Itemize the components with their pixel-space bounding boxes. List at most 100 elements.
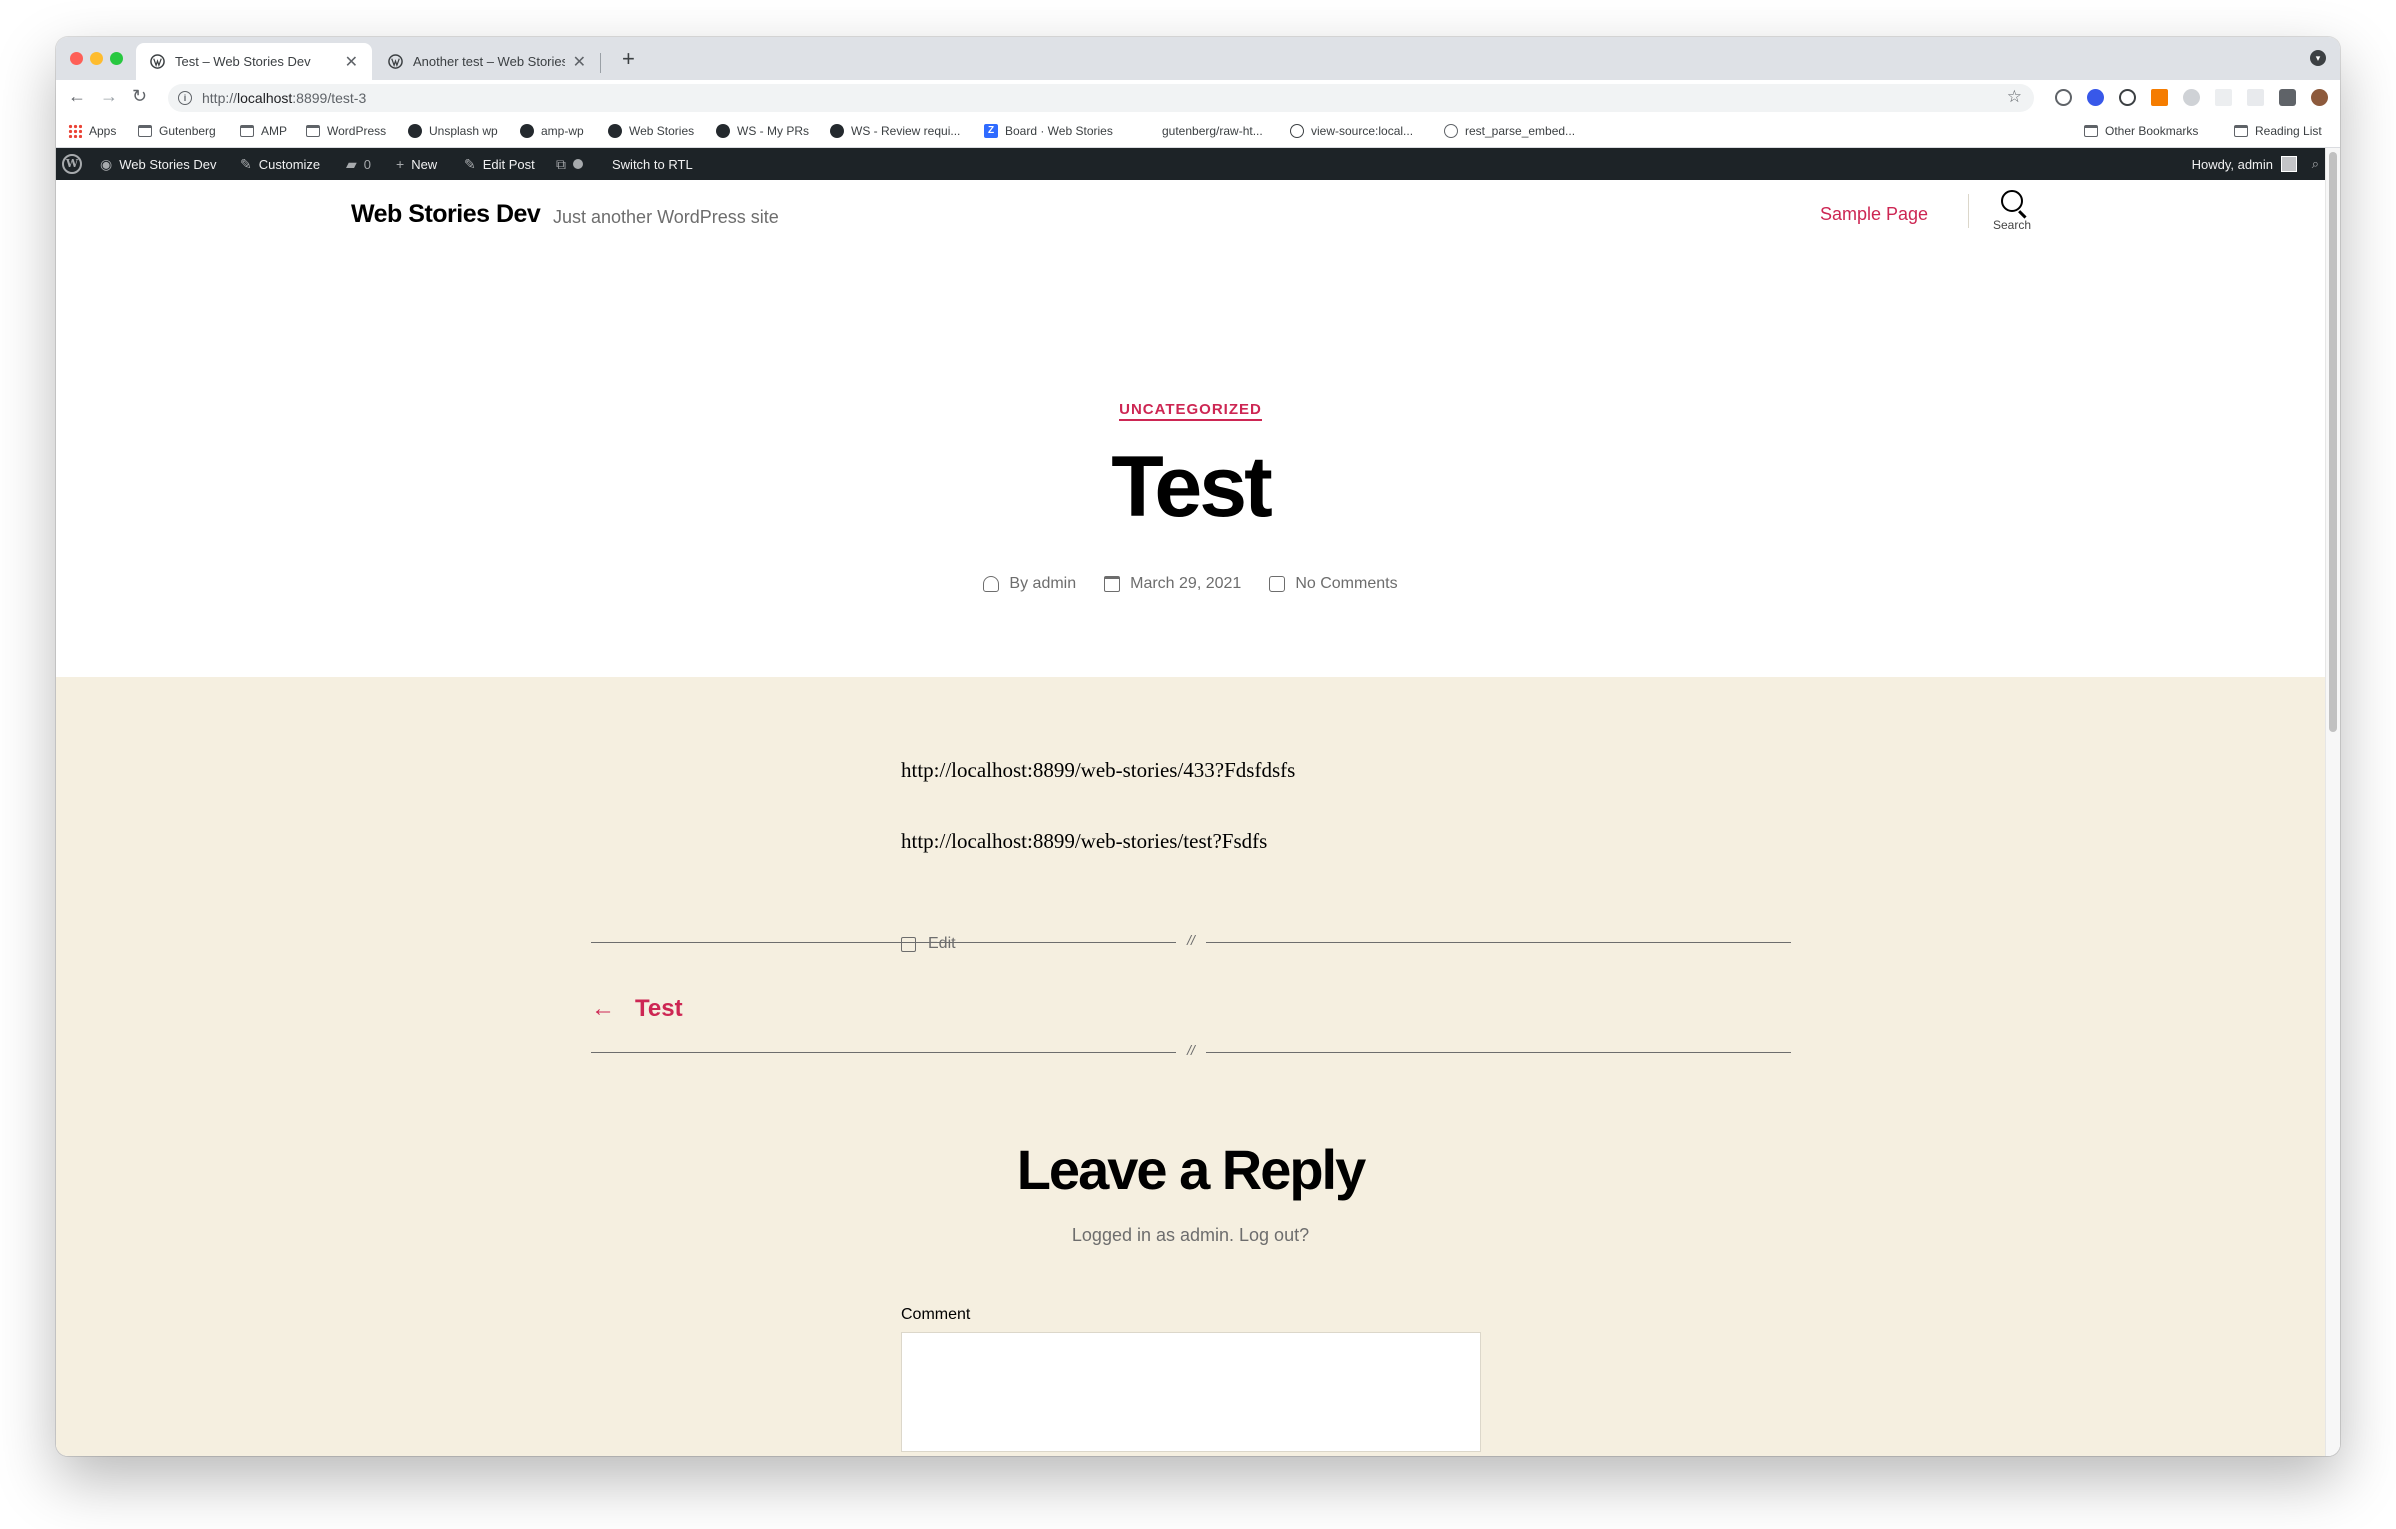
bookmark-rest-parse[interactable]: rest_parse_embed... xyxy=(1444,124,1575,138)
bookmark-amp[interactable]: AMP xyxy=(240,124,287,138)
bookmark-amp-wp[interactable]: amp-wp xyxy=(520,124,584,138)
extension-icon[interactable] xyxy=(2215,89,2232,106)
bookmark-board[interactable]: Z Board · Web Stories xyxy=(984,124,1113,138)
admin-bar-my-account[interactable]: Howdy, admin xyxy=(2192,148,2297,180)
github-icon xyxy=(608,124,622,138)
tab-search-icon[interactable]: ▾ xyxy=(2310,50,2326,66)
bookmarks-bar: Apps Gutenberg AMP WordPress Unsplash wp… xyxy=(56,116,2340,148)
previous-post-title: Test xyxy=(635,995,683,1022)
post-comments-link[interactable]: No Comments xyxy=(1269,575,1398,593)
divider-line xyxy=(591,942,1176,943)
tab-separator xyxy=(600,53,601,73)
wordpress-icon xyxy=(1444,124,1458,138)
bookmark-unsplash-wp[interactable]: Unsplash wp xyxy=(408,124,498,138)
admin-bar-wp-logo[interactable]: W xyxy=(62,148,82,180)
window-minimize-button[interactable] xyxy=(90,52,103,65)
wp-admin-bar: W ◉ Web Stories Dev ✎ Customize ▰ 0 + New ✎ E… xyxy=(56,148,2325,180)
comment-icon xyxy=(1269,576,1286,592)
bookmark-web-stories[interactable]: Web Stories xyxy=(608,124,694,138)
apps-grid-icon xyxy=(68,124,82,138)
post-date[interactable]: March 29, 2021 xyxy=(1104,575,1241,593)
comment-label: Comment xyxy=(901,1306,971,1323)
plus-icon: + xyxy=(396,156,405,172)
window-maximize-button[interactable] xyxy=(110,52,123,65)
search-toggle-button[interactable]: Search xyxy=(1986,190,2038,232)
bookmark-gutenberg[interactable]: Gutenberg xyxy=(138,124,216,138)
site-title[interactable]: Web Stories Dev xyxy=(351,200,541,229)
reading-list-icon xyxy=(2234,125,2248,137)
divider-slashes: // xyxy=(1187,1042,1195,1058)
puzzle-icon[interactable] xyxy=(2279,89,2296,106)
window-close-button[interactable] xyxy=(70,52,83,65)
wordpress-extension-icon[interactable] xyxy=(2087,89,2104,106)
logged-in-as[interactable]: Logged in as admin. Log out? xyxy=(56,1225,2325,1246)
scroll-thumb[interactable] xyxy=(2329,152,2337,732)
forward-arrow-icon[interactable]: → xyxy=(100,86,118,107)
bookmark-label: AMP xyxy=(261,124,288,138)
admin-bar-label: Edit Post xyxy=(482,156,535,172)
folder-icon xyxy=(240,125,254,137)
extension-icon[interactable] xyxy=(2183,89,2200,106)
bookmark-other[interactable]: Other Bookmarks xyxy=(2084,124,2198,138)
admin-bar-label: Howdy, admin xyxy=(2191,156,2273,172)
bookmark-ws-my-prs[interactable]: WS - My PRs xyxy=(716,124,809,138)
comment-textarea[interactable] xyxy=(901,1332,1481,1452)
admin-bar-comments[interactable]: ▰ 0 xyxy=(346,148,371,180)
extension-icon[interactable] xyxy=(2055,89,2072,106)
bookmark-label: Gutenberg xyxy=(159,124,216,138)
admin-bar-label: Switch to RTL xyxy=(612,156,693,172)
user-icon xyxy=(983,576,1000,592)
bookmark-star-icon[interactable]: ☆ xyxy=(2007,87,2022,107)
admin-bar-edit-post[interactable]: ✎ Edit Post xyxy=(464,148,535,180)
post-content-area: http://localhost:8899/web-stories/433?Fd… xyxy=(56,677,2325,1456)
divider-line xyxy=(1206,942,1791,943)
page-viewport: W ◉ Web Stories Dev ✎ Customize ▰ 0 + New ✎ E… xyxy=(56,148,2340,1456)
bookmark-apps[interactable]: Apps xyxy=(68,124,116,138)
onepassword-extension-icon[interactable] xyxy=(2119,89,2136,106)
comment-count: 0 xyxy=(363,156,372,172)
wordpress-favicon-icon xyxy=(388,54,403,69)
tab-title: Test – Web Stories Dev xyxy=(175,54,311,69)
tab-test[interactable]: Test – Web Stories Dev ✕ xyxy=(136,43,372,80)
admin-bar-label: Web Stories Dev xyxy=(119,156,217,172)
browser-window: Test – Web Stories Dev ✕ Another test – … xyxy=(56,37,2340,1456)
address-bar[interactable]: i http://localhost:8899/test-3 ☆ xyxy=(168,84,2034,112)
admin-bar-site-name[interactable]: ◉ Web Stories Dev xyxy=(100,148,217,180)
new-tab-button[interactable]: + xyxy=(622,46,635,72)
pencil-icon: ✎ xyxy=(464,155,476,172)
html-extension-icon[interactable] xyxy=(2151,89,2168,106)
bookmark-wordpress[interactable]: WordPress xyxy=(306,124,386,138)
profile-avatar[interactable] xyxy=(2311,89,2328,106)
github-icon xyxy=(408,124,422,138)
admin-bar-switch-rtl[interactable]: Switch to RTL xyxy=(612,148,693,180)
extension-icon[interactable] xyxy=(2247,89,2264,106)
admin-bar-search-icon[interactable]: ⌕ xyxy=(2312,148,2319,180)
post-title: Test xyxy=(1111,439,1272,535)
wordpress-logo-icon: W xyxy=(62,154,82,174)
bookmark-reading-list[interactable]: Reading List xyxy=(2234,124,2322,138)
admin-bar-customize[interactable]: ✎ Customize xyxy=(240,148,320,180)
category-link[interactable]: UNCATEGORIZED xyxy=(1119,401,1262,421)
bookmark-label: WS - Review requi... xyxy=(851,124,961,138)
tab-close-icon[interactable]: ✕ xyxy=(345,52,358,72)
divider-line xyxy=(1206,1052,1791,1053)
tab-close-icon[interactable]: ✕ xyxy=(573,52,586,72)
back-arrow-icon[interactable]: ← xyxy=(68,86,86,107)
reload-icon[interactable]: ↻ xyxy=(132,86,147,107)
site-info-icon[interactable]: i xyxy=(178,91,192,105)
bookmark-view-source[interactable]: view-source:local... xyxy=(1290,124,1413,138)
url-host: localhost xyxy=(237,90,293,106)
previous-post-link[interactable]: ← Test xyxy=(591,995,683,1023)
admin-bar-yoast[interactable]: ⧉ xyxy=(556,148,597,180)
post-author[interactable]: By admin xyxy=(983,575,1076,593)
menu-item-sample-page[interactable]: Sample Page xyxy=(1820,204,1928,225)
bookmark-ws-review[interactable]: WS - Review requi... xyxy=(830,124,960,138)
bookmark-gutenberg-raw[interactable]: gutenberg/raw-ht... xyxy=(1162,124,1263,138)
bookmark-label: Web Stories xyxy=(629,124,695,138)
tab-another-test[interactable]: Another test – Web Stories Dev ✕ xyxy=(374,43,600,80)
github-icon xyxy=(716,124,730,138)
scrollbar[interactable] xyxy=(2325,148,2340,1456)
admin-bar-new[interactable]: + New xyxy=(396,148,437,180)
folder-icon xyxy=(2084,125,2098,137)
admin-bar-label: New xyxy=(411,156,438,172)
